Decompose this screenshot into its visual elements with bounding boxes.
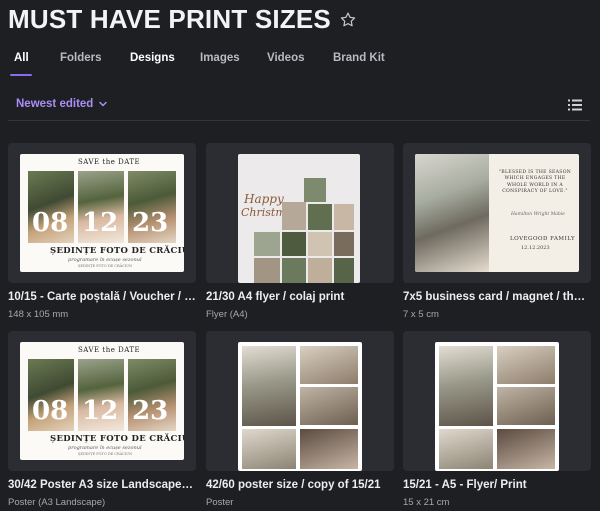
page-title: MUST HAVE PRINT SIZES [8,4,331,34]
card-subtitle: Flyer (A4) [206,309,248,320]
date-month: 12 [82,396,119,426]
design-small-text: ȘEDINȚE FOTO DE CRĂCIUN [78,264,133,268]
tab-all[interactable]: All [14,52,29,64]
design-small-text: ȘEDINȚE FOTO DE CRĂCIUN [78,452,133,456]
design-thumbnail[interactable]: "BLESSED IS THE SEASON WHICH ENGAGES THE… [403,143,591,283]
date-month: 12 [82,208,119,238]
card-subtitle: Poster (A3 Landscape) [8,497,106,508]
card-subtitle: Poster [206,497,234,508]
design-thumbnail[interactable]: SAVE the DATE 08 12 23 ȘEDINȚE FOTO DE C… [8,331,196,471]
save-the-date-design: SAVE the DATE 08 12 23 ȘEDINȚE FOTO DE C… [20,342,184,460]
divider [8,120,590,121]
design-card[interactable]: SAVE the DATE 08 12 23 ȘEDINȚE FOTO DE C… [8,331,196,511]
card-title[interactable]: 21/30 A4 flyer / colaj print [206,291,394,303]
card-subtitle: 148 x 105 mm [8,309,69,320]
design-family: LOVEGOOD FAMILY [510,236,576,242]
tab-brand-kit[interactable]: Brand Kit [333,52,385,64]
card-subtitle: 15 x 21 cm [403,497,450,508]
card-title[interactable]: 15/21 - A5 - Flyer/ Print [403,479,591,491]
design-thumbnail[interactable]: Happy Christmas [206,143,394,283]
tab-designs[interactable]: Designs [130,52,175,64]
sort-label: Newest edited [16,98,94,110]
date-year: 23 [132,208,169,238]
design-thumbnail[interactable] [403,331,591,471]
design-tagline: programare în ecușe sezonul [68,257,142,263]
card-title[interactable]: 30/42 Poster A3 size Landscape / cop... [8,479,196,491]
design-card[interactable]: 15/21 - A5 - Flyer/ Print 15 x 21 cm [403,331,591,511]
design-card[interactable]: "BLESSED IS THE SEASON WHICH ENGAGES THE… [403,143,591,323]
design-thumbnail[interactable]: SAVE the DATE 08 12 23 ȘEDINȚE FOTO DE C… [8,143,196,283]
design-caption: ȘEDINȚE FOTO DE CRĂCIUN [50,246,184,256]
photo-collage-design [435,342,559,471]
design-thumbnail[interactable] [206,331,394,471]
card-title[interactable]: 42/60 poster size / copy of 15/21 [206,479,394,491]
design-caption: ȘEDINȚE FOTO DE CRĂCIUN [50,434,184,444]
design-heading: SAVE the DATE [78,158,141,166]
design-quote: "BLESSED IS THE SEASON WHICH ENGAGES THE… [498,170,572,195]
collage-flyer-design: Happy Christmas [238,154,360,283]
sort-dropdown[interactable]: Newest edited [16,98,108,110]
design-date: 12.12.2023 [521,245,550,251]
star-icon[interactable] [339,11,357,29]
design-card[interactable]: Happy Christmas 21/30 A4 flyer / colaj p… [206,143,394,323]
page-header: MUST HAVE PRINT SIZES [8,4,357,35]
photo-collage-design [238,342,362,471]
date-day: 08 [32,208,69,238]
date-day: 08 [32,396,69,426]
design-heading: SAVE the DATE [78,346,141,354]
tab-folders[interactable]: Folders [60,52,102,64]
tab-images[interactable]: Images [200,52,240,64]
business-card-design: "BLESSED IS THE SEASON WHICH ENGAGES THE… [415,154,579,272]
card-title[interactable]: 7x5 business card / magnet / thank yo... [403,291,591,303]
date-year: 23 [132,396,169,426]
tab-videos[interactable]: Videos [267,52,305,64]
design-card[interactable]: 42/60 poster size / copy of 15/21 Poster [206,331,394,511]
design-card[interactable]: SAVE the DATE 08 12 23 ȘEDINȚE FOTO DE C… [8,143,196,323]
save-the-date-design: SAVE the DATE 08 12 23 ȘEDINȚE FOTO DE C… [20,154,184,272]
list-view-icon[interactable] [568,99,582,111]
design-author: Hamilton Wright Mabie [511,212,565,217]
card-title[interactable]: 10/15 - Carte poștală / Voucher / Tha... [8,291,196,303]
design-script-text: Happy [244,192,284,206]
active-tab-indicator [10,74,32,76]
filter-tabs: All Folders Designs Images Videos Brand … [0,52,600,78]
design-tagline: programare în ecușe sezonul [68,445,142,451]
card-subtitle: 7 x 5 cm [403,309,439,320]
chevron-down-icon [99,101,108,107]
